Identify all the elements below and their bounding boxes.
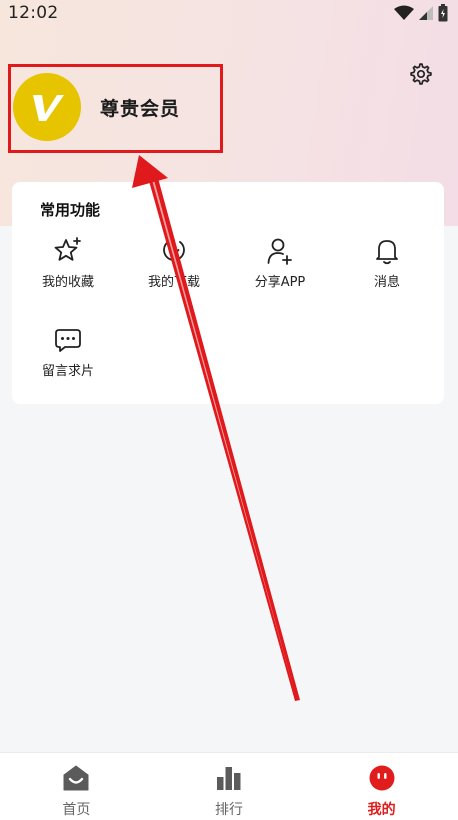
feature-label: 我的收藏 bbox=[41, 275, 94, 290]
tab-label: 我的 bbox=[367, 802, 396, 818]
feature-downloads[interactable]: 我的下载 bbox=[134, 236, 214, 296]
tab-ranking[interactable]: 排行 bbox=[153, 753, 306, 820]
feature-label: 留言求片 bbox=[41, 364, 94, 379]
bell-icon bbox=[372, 236, 402, 266]
section-title: 常用功能 bbox=[40, 201, 101, 219]
profile-icon bbox=[367, 763, 397, 793]
feature-request-movie[interactable]: 留言求片 bbox=[28, 325, 108, 385]
star-icon bbox=[53, 236, 83, 266]
ranking-icon bbox=[214, 763, 244, 793]
status-bar: 12:02 bbox=[0, 0, 458, 26]
feature-favorites[interactable]: 我的收藏 bbox=[28, 236, 108, 296]
wifi-icon bbox=[394, 5, 414, 20]
share-user-icon bbox=[265, 236, 295, 266]
settings-button[interactable] bbox=[406, 59, 436, 89]
tab-label: 首页 bbox=[62, 802, 91, 818]
highlight-box bbox=[8, 64, 223, 153]
feature-label: 我的下载 bbox=[147, 275, 200, 290]
features-card: 常用功能 我的收藏 我的下载 分享APP 消息 留言求片 bbox=[12, 182, 444, 404]
tab-home[interactable]: 首页 bbox=[0, 753, 153, 820]
status-icons bbox=[394, 4, 448, 22]
feature-share-app[interactable]: 分享APP bbox=[240, 236, 320, 296]
home-icon bbox=[61, 763, 91, 793]
bottom-tab-bar: 首页 排行 我的 bbox=[0, 752, 458, 820]
feature-label: 分享APP bbox=[254, 275, 306, 290]
battery-icon bbox=[438, 4, 448, 22]
tab-profile[interactable]: 我的 bbox=[305, 753, 458, 820]
chat-icon bbox=[53, 325, 83, 355]
gear-icon bbox=[410, 63, 432, 85]
tab-label: 排行 bbox=[215, 802, 243, 818]
feature-label: 消息 bbox=[373, 275, 400, 290]
download-icon bbox=[159, 236, 189, 266]
status-time: 12:02 bbox=[8, 3, 59, 23]
feature-messages[interactable]: 消息 bbox=[347, 236, 427, 296]
signal-icon bbox=[419, 6, 433, 20]
